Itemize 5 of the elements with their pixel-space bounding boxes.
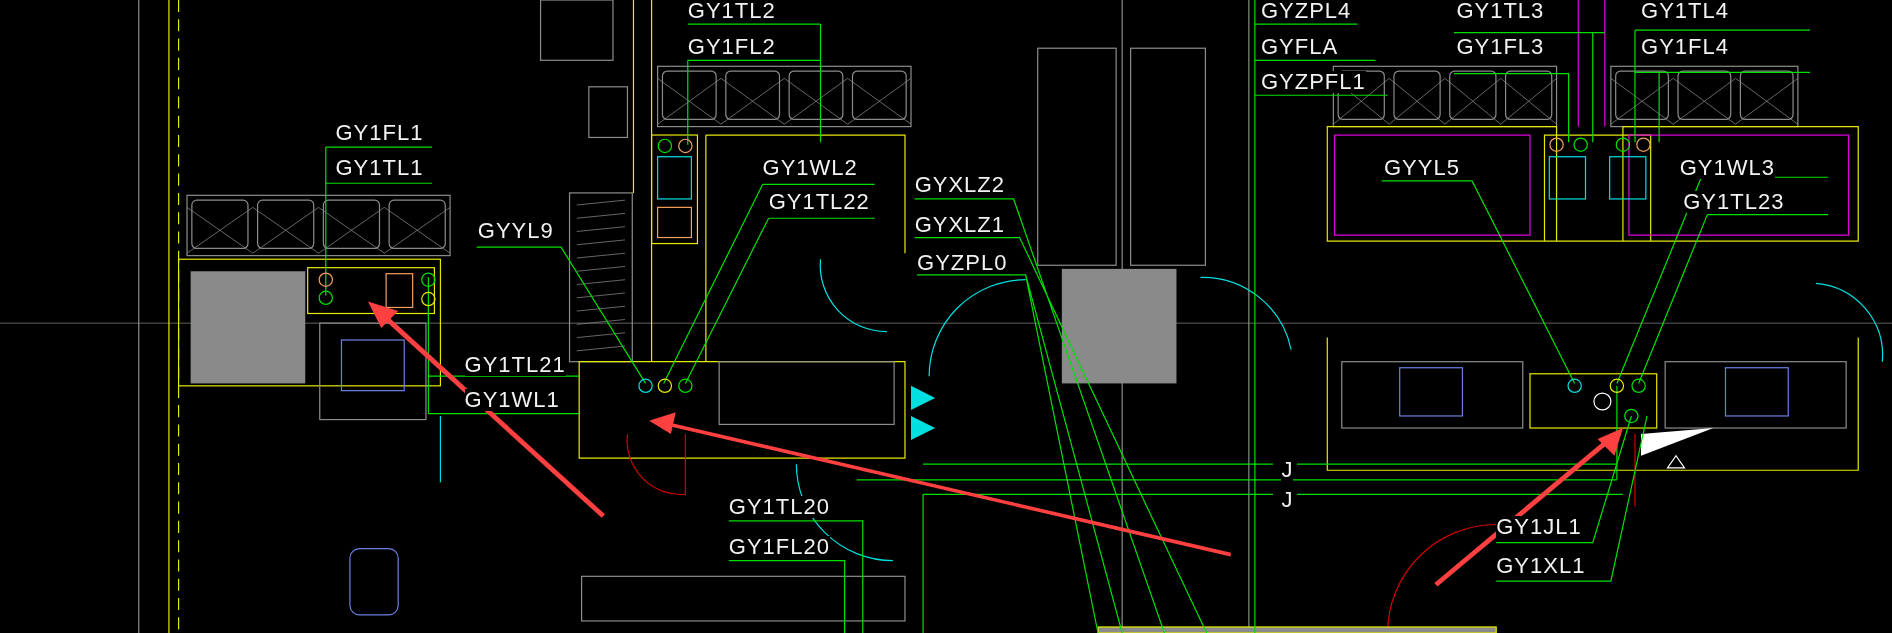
- pipe-label: GYZPFL1: [1260, 71, 1366, 94]
- pipe-label: GY1WL1: [464, 388, 560, 411]
- pipe-label: GY1TL20: [728, 495, 830, 518]
- pipe-label: GY1JL1: [1496, 516, 1582, 539]
- pipe-label: GY1TL23: [1683, 190, 1785, 213]
